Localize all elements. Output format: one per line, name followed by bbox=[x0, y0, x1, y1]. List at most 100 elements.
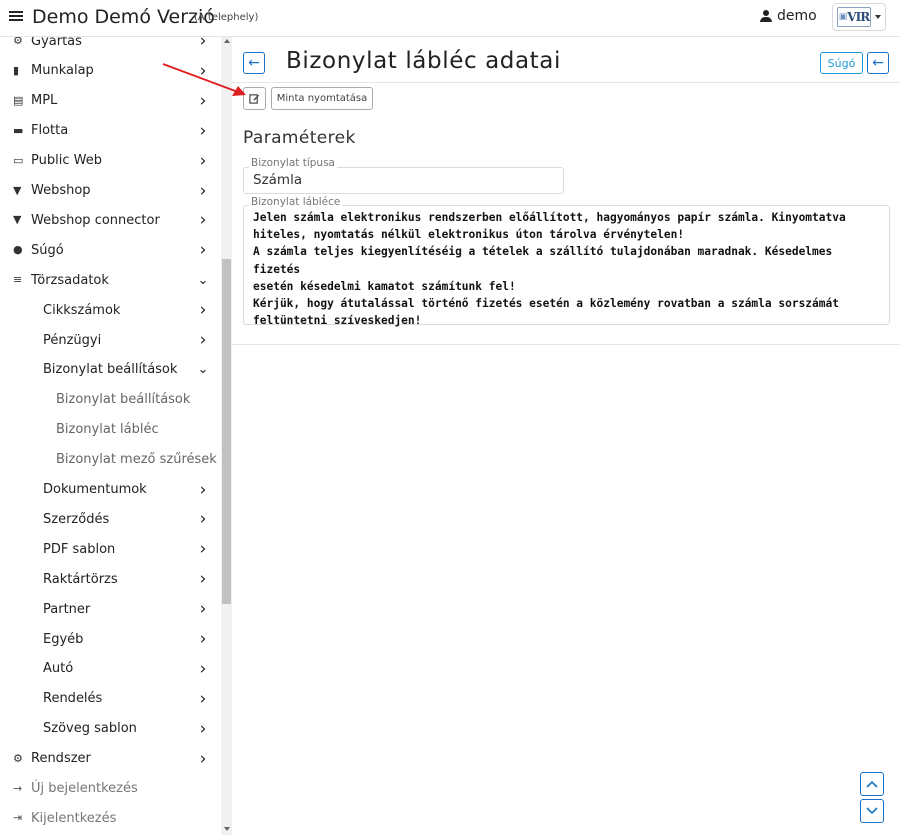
chevron-right-icon: › bbox=[199, 180, 207, 201]
sidebar-item-label: Bizonylat lábléc bbox=[56, 422, 159, 438]
sidebar-item[interactable]: Cikkszámok › bbox=[0, 295, 220, 325]
chevron-right-icon: › bbox=[199, 629, 207, 649]
chevron-right-icon: › bbox=[199, 300, 207, 321]
sidebar-item-label: Bizonylat beállítások bbox=[56, 392, 191, 408]
chevron-right-icon: › bbox=[199, 479, 207, 500]
help-circle-icon: ● bbox=[13, 243, 23, 257]
sidebar-item[interactable]: Bizonylat mező szűrések bbox=[0, 445, 220, 475]
print-sample-button[interactable]: Minta nyomtatása bbox=[271, 87, 373, 110]
sidebar-item-label: Pénzügyi bbox=[43, 332, 102, 348]
sidebar-item[interactable]: ⇥ Kijelentkezés bbox=[0, 803, 220, 833]
sidebar-scrollbar[interactable] bbox=[221, 37, 232, 835]
chevron-right-icon: › bbox=[199, 539, 207, 560]
chevron-right-icon: › bbox=[199, 718, 207, 739]
cart-icon: ▼ bbox=[13, 213, 22, 227]
sidebar-item-label: Törzsadatok bbox=[31, 272, 109, 288]
gears-icon: ⚙ bbox=[13, 37, 23, 47]
user-icon bbox=[760, 10, 772, 22]
scroll-up-icon[interactable] bbox=[224, 39, 230, 43]
sidebar-item[interactable]: Rendelés › bbox=[0, 684, 220, 714]
sidebar-item[interactable]: ▼ Webshop › bbox=[0, 176, 220, 206]
section-title: Paraméterek bbox=[243, 128, 356, 148]
sign-in-icon: → bbox=[13, 781, 23, 795]
sidebar-item[interactable]: ▭ Public Web › bbox=[0, 146, 220, 176]
sidebar-item[interactable]: Autó › bbox=[0, 654, 220, 684]
page-header: ← Bizonylat lábléc adatai Súgó ← bbox=[232, 37, 900, 83]
sidebar-item[interactable]: Bizonylat lábléc bbox=[0, 415, 220, 445]
logo-dropdown-button[interactable]: ▣ VIR bbox=[832, 3, 886, 31]
sidebar-item-label: Szöveg sablon bbox=[43, 721, 137, 737]
sidebar-item[interactable]: Bizonylat beállítások bbox=[0, 385, 220, 415]
cogs-icon: ⚙ bbox=[13, 751, 23, 765]
chevron-right-icon: › bbox=[199, 688, 207, 709]
sidebar-item[interactable]: Bizonylat beállítások ⌄ bbox=[0, 355, 220, 385]
sign-out-icon: ⇥ bbox=[13, 811, 23, 825]
divider bbox=[232, 344, 900, 345]
database-icon: ≡ bbox=[13, 273, 23, 287]
help-button[interactable]: Súgó bbox=[820, 52, 863, 74]
chevron-right-icon: › bbox=[199, 210, 207, 231]
site-label: (A telephely) bbox=[194, 12, 259, 23]
main-content: ← Bizonylat lábléc adatai Súgó ← Minta n… bbox=[232, 37, 900, 835]
chevron-down-icon bbox=[875, 15, 881, 19]
sidebar-item-label: PDF sablon bbox=[43, 541, 116, 557]
chevron-right-icon: › bbox=[199, 120, 207, 141]
document-footer-text: Jelen számla elektronikus rendszerben el… bbox=[253, 211, 846, 328]
sidebar-item-label: Új bejelentkezés bbox=[31, 781, 138, 796]
sidebar-item[interactable]: ⚙ Rendszer › bbox=[0, 744, 220, 774]
edit-icon bbox=[249, 94, 260, 104]
scroll-thumb[interactable] bbox=[222, 259, 231, 604]
sidebar-item[interactable]: ⚙ Gyártás › bbox=[0, 37, 220, 56]
sidebar-item[interactable]: PDF sablon › bbox=[0, 534, 220, 564]
sidebar-item[interactable]: ▼ Webshop connector › bbox=[0, 205, 220, 235]
menu-icon[interactable] bbox=[9, 9, 23, 23]
top-bar: Demo Demó Verzió (A telephely) demo ▣ VIR bbox=[0, 0, 900, 37]
sidebar-item-label: Autó bbox=[43, 661, 74, 677]
sidebar-item-label: Cikkszámok bbox=[43, 302, 121, 318]
arrow-left-icon: ← bbox=[872, 55, 884, 71]
sidebar-item-label: Webshop bbox=[31, 183, 91, 198]
sidebar-item[interactable]: ≡ Törzsadatok ⌄ bbox=[0, 265, 220, 295]
chevron-down-icon: ⌄ bbox=[197, 362, 209, 378]
sidebar: ⚙ Gyártás › ▮ Munkalap › ▤ MPL › ▬ Flotta › ▭ Public … bbox=[0, 37, 232, 835]
annotation-arrow bbox=[162, 63, 246, 96]
sidebar-item-label: Public Web bbox=[31, 153, 102, 169]
chevron-down-icon: ⌄ bbox=[197, 272, 209, 288]
car-icon: ▬ bbox=[13, 123, 24, 137]
document-type-label: Bizonylat típusa bbox=[249, 157, 337, 169]
sidebar-item-label: Raktártörzs bbox=[43, 571, 118, 587]
chevron-right-icon: › bbox=[199, 569, 207, 590]
user-name: demo bbox=[777, 8, 817, 24]
back-button-right[interactable]: ← bbox=[867, 52, 889, 74]
chevron-right-icon: › bbox=[199, 658, 207, 679]
sidebar-item[interactable]: Egyéb › bbox=[0, 624, 220, 654]
sidebar-item[interactable]: Szerződés › bbox=[0, 504, 220, 534]
cart-icon: ▼ bbox=[13, 183, 22, 197]
sidebar-item-label: Kijelentkezés bbox=[31, 810, 117, 826]
sidebar-item-label: Rendszer bbox=[31, 751, 91, 767]
sidebar-item-label: Egyéb bbox=[43, 631, 84, 647]
sidebar-item[interactable]: Partner › bbox=[0, 594, 220, 624]
chevron-down-icon bbox=[866, 807, 878, 815]
chevron-right-icon: › bbox=[199, 599, 207, 620]
chevron-right-icon: › bbox=[199, 37, 207, 51]
chevron-right-icon: › bbox=[199, 748, 207, 769]
sidebar-item-label: Dokumentumok bbox=[43, 482, 147, 497]
scroll-bottom-button[interactable] bbox=[860, 799, 884, 823]
sidebar-item[interactable]: Raktártörzs › bbox=[0, 564, 220, 594]
scroll-down-icon[interactable] bbox=[224, 827, 230, 831]
sidebar-item[interactable]: Dokumentumok › bbox=[0, 475, 220, 505]
chevron-right-icon: › bbox=[199, 150, 207, 171]
sidebar-item-label: Szerződés bbox=[43, 511, 110, 527]
sidebar-item-label: Partner bbox=[43, 601, 91, 617]
sidebar-item[interactable]: ▬ Flotta › bbox=[0, 116, 220, 146]
user-menu[interactable]: demo bbox=[760, 8, 817, 24]
sidebar-item[interactable]: Szöveg sablon › bbox=[0, 714, 220, 744]
sidebar-item[interactable]: ● Súgó › bbox=[0, 235, 220, 265]
chevron-up-icon bbox=[866, 780, 878, 788]
scroll-top-button[interactable] bbox=[860, 772, 884, 796]
vir-logo: ▣ VIR bbox=[837, 7, 871, 27]
sidebar-item[interactable]: → Új bejelentkezés bbox=[0, 774, 220, 804]
sidebar-item[interactable]: Pénzügyi › bbox=[0, 325, 220, 355]
chevron-right-icon: › bbox=[199, 240, 207, 261]
